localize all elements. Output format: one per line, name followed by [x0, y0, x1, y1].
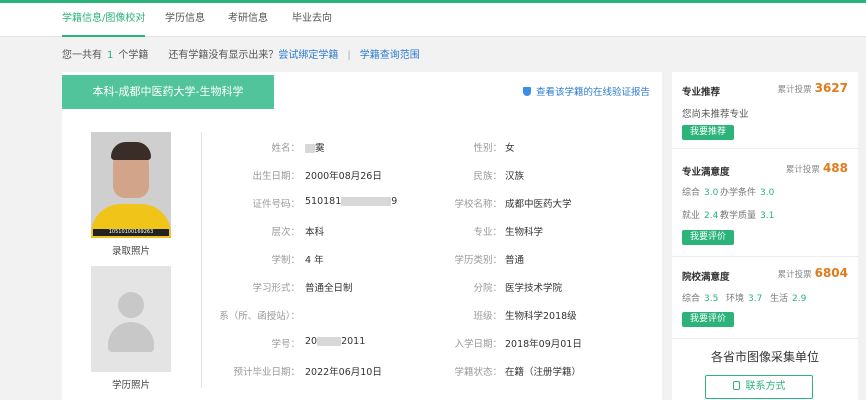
shield-icon: [522, 87, 531, 96]
label-student-id: 学号：: [271, 339, 300, 350]
school-score-living: 生活 2.9: [770, 294, 807, 304]
value-class: 生物科学2018级: [505, 311, 577, 322]
label-duration: 学制：: [271, 255, 300, 266]
value-education-type: 普通: [505, 255, 525, 266]
value-student-id: 20 2011: [305, 336, 366, 347]
record-count: 1: [107, 50, 114, 61]
label-id-number: 证件号码：: [252, 199, 300, 210]
label-study-mode: 学习形式：: [252, 283, 300, 294]
rate-school-button[interactable]: 我要评价: [682, 312, 735, 327]
label-status: 学籍状态：: [454, 367, 502, 378]
score-teaching: 教学质量 3.1: [720, 211, 775, 221]
score-conditions: 办学条件 3.0: [720, 188, 775, 198]
recommend-button[interactable]: 我要推荐: [682, 125, 735, 140]
label-level: 层次：: [271, 227, 300, 238]
label-education-type: 学历类别：: [454, 255, 502, 266]
score-overall: 综合 3.0: [682, 188, 719, 198]
recommend-votes: 累计投票 3627: [777, 81, 848, 95]
value-name: 霙: [305, 140, 325, 154]
major-satisfaction-votes: 累计投票 488: [785, 161, 848, 175]
label-department: 系（所、函授站）：: [219, 311, 300, 322]
value-major: 生物科学: [505, 227, 544, 238]
label-ethnicity: 民族：: [473, 171, 502, 182]
label-gender: 性别：: [473, 143, 502, 154]
verify-report-link[interactable]: 查看该学籍的在线验证报告: [522, 84, 650, 98]
sidebar: 专业推荐 累计投票 3627 您尚未推荐专业 我要推荐 专业满意度 累计投票 488…: [672, 72, 858, 400]
major-satisfaction-section: 专业满意度 累计投票 488 综合 3.0 办学条件 3.0 就业 2.4 教学质量 3.…: [682, 161, 848, 254]
major-satisfaction-title: 专业满意度: [682, 167, 730, 178]
school-score-environment: 环境 3.7: [726, 294, 763, 304]
value-ethnicity: 汉族: [505, 171, 525, 182]
value-school: 成都中医药大学: [505, 199, 572, 210]
image-collection-title: 各省市图像采集单位: [710, 350, 819, 364]
count-suffix: 个学籍: [118, 50, 149, 61]
value-level: 本科: [305, 227, 325, 238]
top-nav: 学籍信息/图像校对 学历信息 考研信息 毕业去向: [0, 3, 866, 37]
value-status: 在籍（注册学籍）: [505, 367, 582, 378]
count-prefix: 您一共有: [62, 50, 102, 61]
recommend-note: 您尚未推荐专业: [682, 109, 749, 120]
column-divider: [201, 132, 202, 388]
label-major: 专业：: [473, 227, 502, 238]
admission-photo: 10510100169263: [91, 132, 171, 238]
verify-report-label: 查看该学籍的在线验证报告: [535, 87, 650, 98]
bind-record-link[interactable]: 尝试绑定学籍: [278, 50, 338, 61]
tab-postgraduate[interactable]: 考研信息: [228, 3, 268, 37]
value-expected-graduation: 2022年06月10日: [305, 367, 382, 378]
link-separator: |: [347, 50, 351, 61]
recommend-title: 专业推荐: [682, 87, 721, 98]
rate-major-button[interactable]: 我要评价: [682, 230, 735, 245]
value-gender: 女: [505, 143, 515, 154]
sidebar-divider: [672, 256, 858, 257]
label-expected-graduation: 预计毕业日期：: [233, 367, 300, 378]
tab-education[interactable]: 学历信息: [165, 3, 205, 37]
major-recommend-section: 专业推荐 累计投票 3627 您尚未推荐专业 我要推荐: [682, 81, 848, 144]
value-college: 医学技术学院: [505, 283, 563, 294]
label-birthdate: 出生日期：: [252, 171, 300, 182]
value-study-mode: 普通全日制: [305, 283, 353, 294]
education-photo-placeholder: [91, 266, 171, 372]
value-duration: 4 年: [305, 255, 324, 266]
value-enrollment-date: 2018年09月01日: [505, 339, 582, 350]
sidebar-divider: [672, 148, 858, 149]
school-score-overall: 综合 3.5: [682, 294, 719, 304]
phone-icon: [732, 381, 740, 390]
school-satisfaction-title: 院校满意度: [682, 272, 730, 283]
avatar-placeholder-icon: [118, 292, 144, 318]
contact-button[interactable]: 联系方式: [705, 375, 813, 399]
label-school: 学校名称：: [454, 199, 502, 210]
missing-question: 还有学籍没有显示出来？: [168, 50, 279, 61]
label-class: 班级：: [473, 311, 502, 322]
score-employment: 就业 2.4: [682, 211, 719, 221]
education-photo-caption: 学历照片: [111, 380, 150, 391]
sidebar-divider: [672, 338, 858, 339]
record-card: 本科-成都中医药大学-生物科学 查看该学籍的在线验证报告 10510100169…: [62, 72, 662, 400]
label-college: 分院：: [473, 283, 502, 294]
admission-photo-caption: 录取照片: [111, 246, 150, 257]
school-satisfaction-section: 院校满意度 累计投票 6804 综合 3.5 环境 3.7 生活 2.9 我要评价: [682, 266, 848, 339]
record-count-bar: 您一共有 1 个学籍 还有学籍没有显示出来？尝试绑定学籍 | 学籍查询范围: [62, 46, 420, 61]
school-satisfaction-votes: 累计投票 6804: [777, 266, 848, 280]
value-birthdate: 2000年08月26日: [305, 171, 382, 182]
photo-id-strip: 10510100169263: [93, 229, 169, 236]
label-enrollment-date: 入学日期：: [454, 339, 502, 350]
record-banner: 本科-成都中医药大学-生物科学: [62, 75, 274, 109]
label-name: 姓名：: [271, 143, 300, 154]
query-scope-link[interactable]: 学籍查询范围: [360, 50, 420, 61]
tab-graduation-destination[interactable]: 毕业去向: [292, 3, 332, 37]
tab-student-status[interactable]: 学籍信息/图像校对: [62, 3, 146, 37]
value-id-number: 510181 9: [305, 196, 398, 207]
